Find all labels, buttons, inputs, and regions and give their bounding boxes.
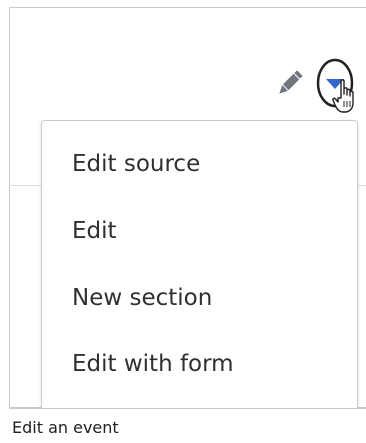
menu-item-edit[interactable]: Edit bbox=[72, 218, 117, 244]
image-caption: Edit an event bbox=[9, 408, 366, 443]
menu-item-new-section[interactable]: New section bbox=[72, 285, 212, 311]
hand-pointer-icon bbox=[332, 79, 354, 113]
menu-item-edit-source[interactable]: Edit source bbox=[72, 151, 200, 177]
caption-text: Edit an event bbox=[12, 418, 119, 437]
actions-dropdown-menu: Edit source Edit New section Edit with f… bbox=[41, 120, 358, 416]
menu-item-edit-with-form[interactable]: Edit with form bbox=[72, 351, 234, 377]
pencil-icon[interactable] bbox=[274, 67, 306, 99]
